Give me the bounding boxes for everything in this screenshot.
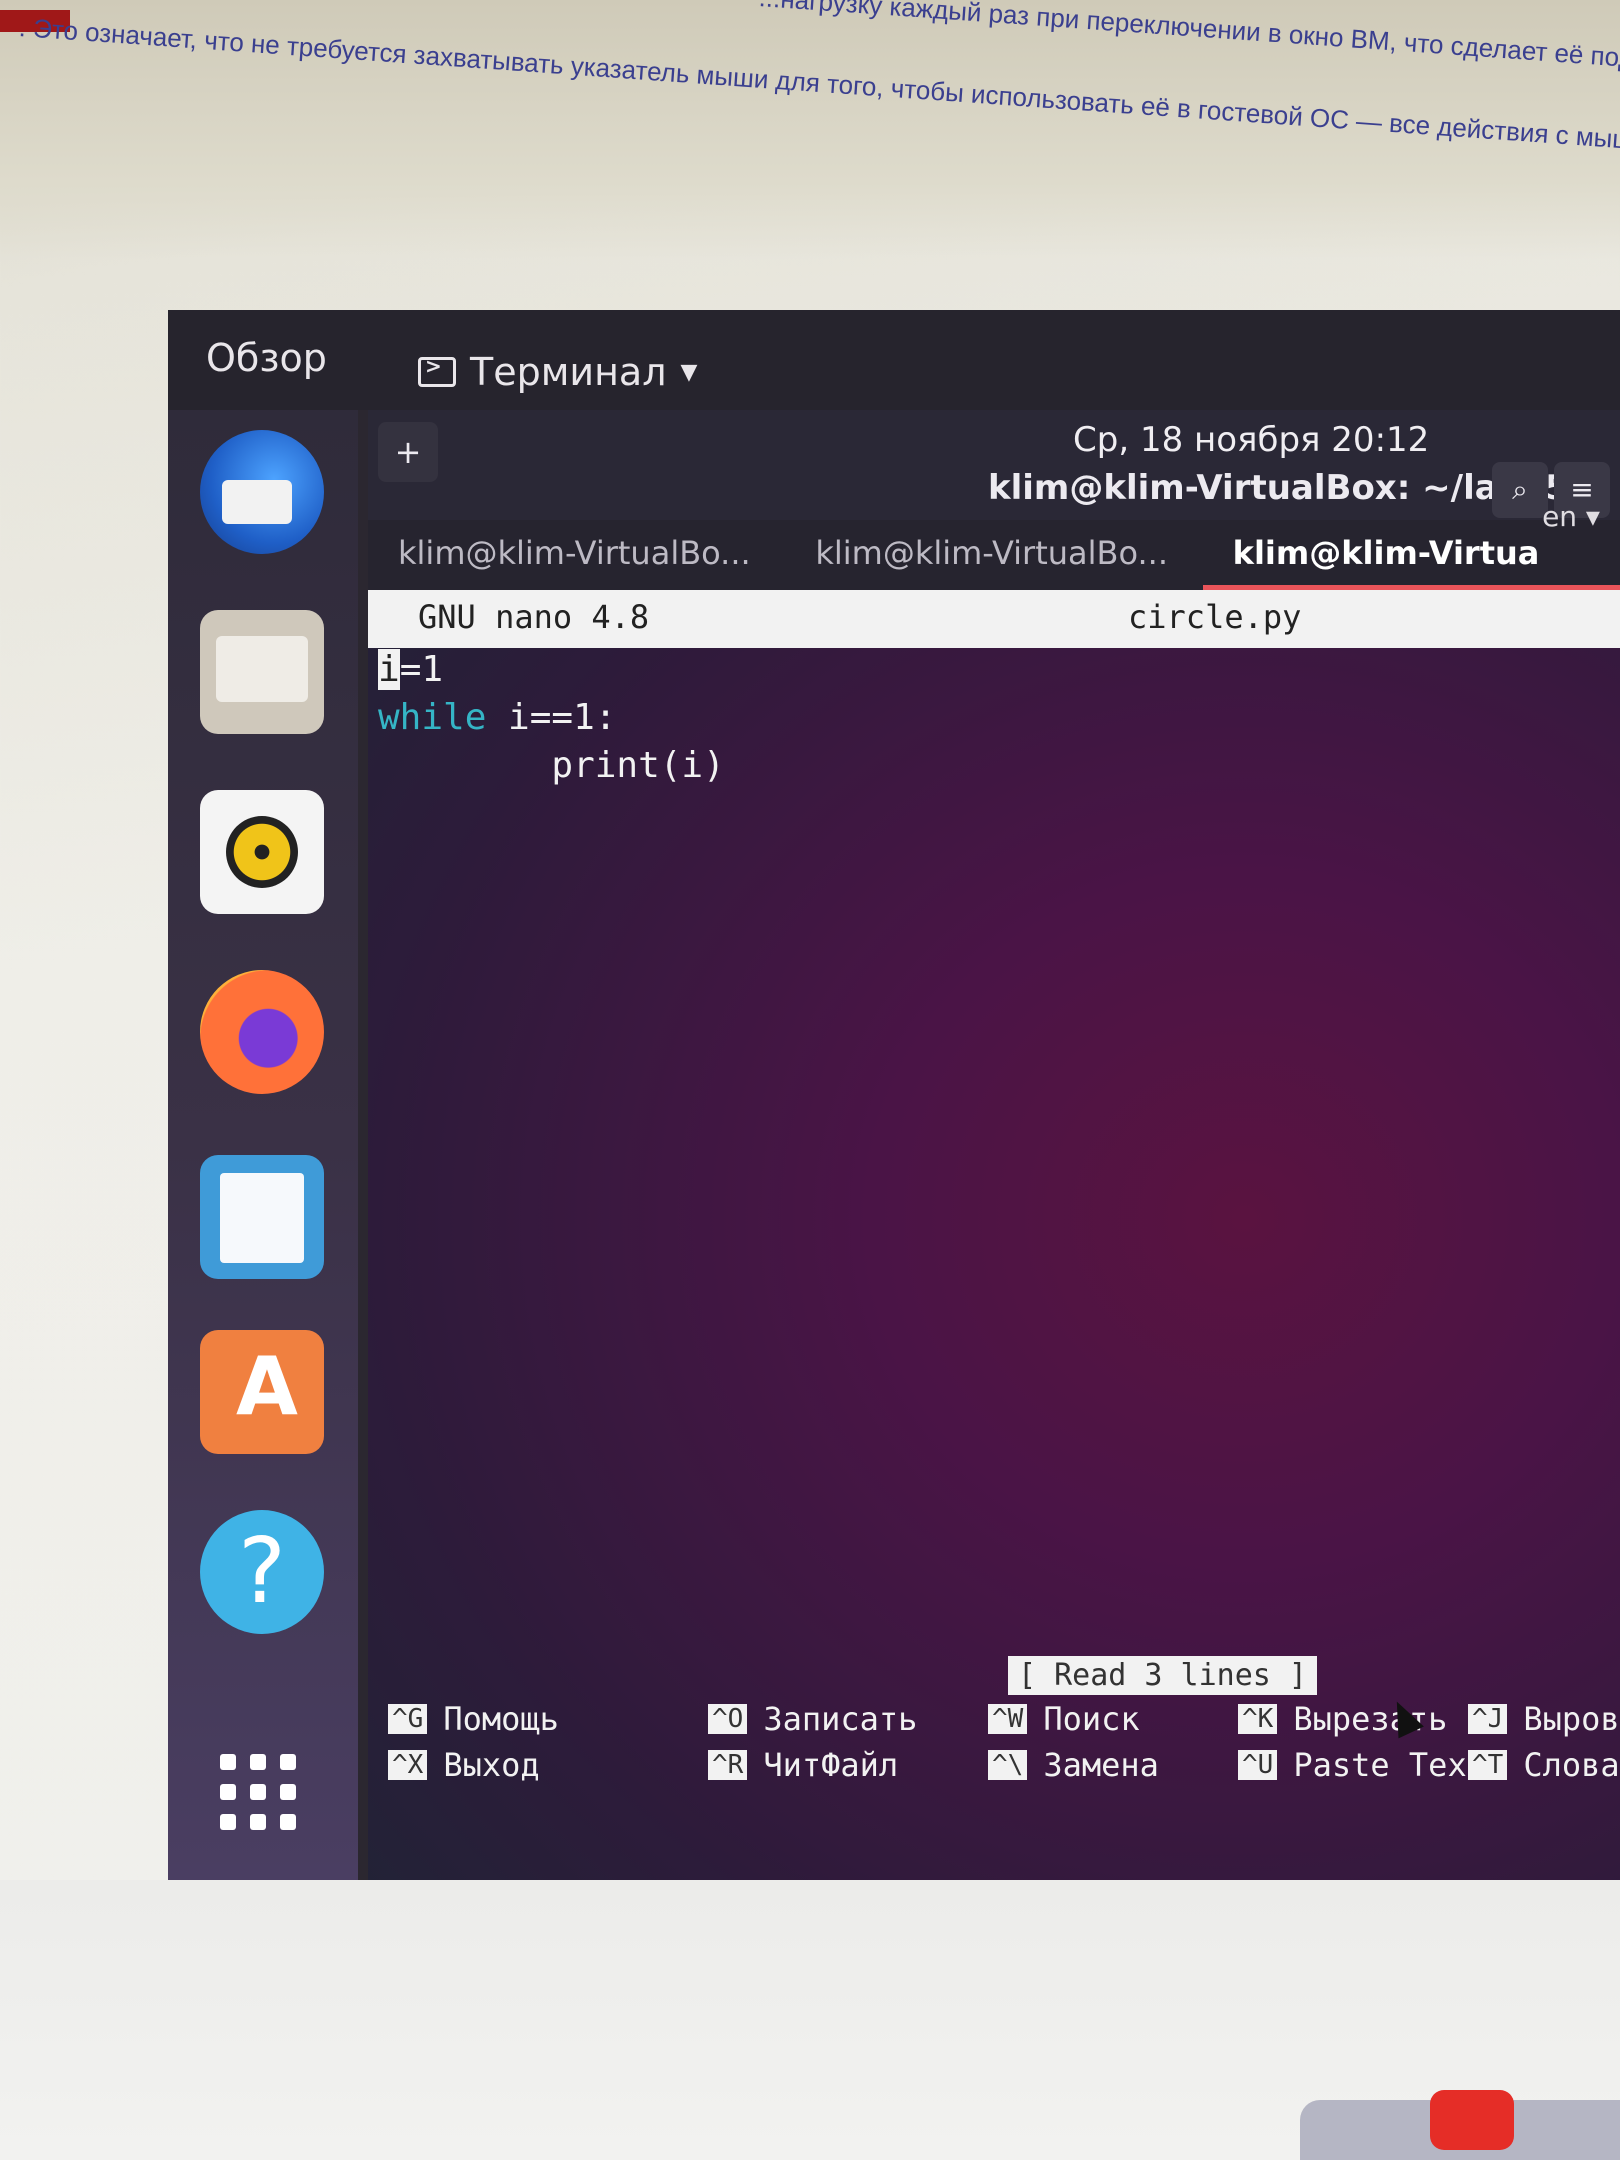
shortcut-key: ^J [1468, 1704, 1508, 1734]
shortcut-label: ЧитФайл [763, 1746, 899, 1784]
shortcut-label: Выровня [1523, 1700, 1620, 1738]
shortcut-key: ^U [1238, 1750, 1278, 1780]
nano-version: GNU nano 4.8 [418, 598, 650, 636]
shortcut-key: ^\ [988, 1750, 1028, 1780]
shortcut-label: Поиск [1043, 1700, 1140, 1738]
code-line-2: while i==1: [378, 694, 725, 742]
shortcut-key: ^G [388, 1704, 428, 1734]
keyword-while: while [378, 697, 487, 738]
shortcut-label: Помощь [443, 1700, 559, 1738]
vm-screen: Обзор Терминал ▼ ? + klim@klim-VirtualBo… [168, 310, 1620, 1880]
terminal-headerbar: + klim@klim-VirtualBox: ~/laba5 ⌕ ≡ [368, 410, 1620, 520]
shortcut-justify[interactable]: ^J Выровня [1468, 1700, 1620, 1738]
clock[interactable]: Ср, 18 ноября 20:12 [1073, 420, 1429, 460]
terminal-window: + klim@klim-VirtualBox: ~/laba5 ⌕ ≡ klim… [368, 410, 1620, 1880]
shortcut-spell[interactable]: ^T Словарь [1468, 1746, 1620, 1784]
help-icon[interactable]: ? [200, 1510, 324, 1634]
shortcut-read-file[interactable]: ^R ЧитФайл [708, 1746, 898, 1784]
window-title: klim@klim-VirtualBox: ~/laba5 [988, 468, 1569, 508]
shortcut-key: ^O [708, 1704, 748, 1734]
shortcut-key: ^R [708, 1750, 748, 1780]
search-icon[interactable]: ⌕ [1492, 462, 1548, 518]
shortcut-search[interactable]: ^W Поиск [988, 1700, 1140, 1738]
shortcut-write[interactable]: ^O Записать [708, 1700, 917, 1738]
gnome-top-bar: Обзор Терминал ▼ [168, 310, 1620, 410]
tab-2[interactable]: klim@klim-VirtualBo... [785, 520, 1202, 590]
shortcut-key: ^K [1238, 1704, 1278, 1734]
thunderbird-icon[interactable] [200, 430, 324, 554]
youtube-icon[interactable] [1430, 2090, 1514, 2150]
tab-1[interactable]: klim@klim-VirtualBo... [368, 520, 785, 590]
shortcut-paste[interactable]: ^U Paste Text [1238, 1746, 1486, 1784]
shortcut-key: ^W [988, 1704, 1028, 1734]
shortcut-label: Словарь [1523, 1746, 1620, 1784]
code-text: i==1: [486, 697, 617, 738]
shortcut-label: Замена [1043, 1746, 1159, 1784]
app-menu-label: Терминал [470, 350, 667, 394]
caret-down-icon: ▼ [680, 359, 698, 385]
rhythmbox-icon[interactable] [200, 790, 324, 914]
shortcut-help[interactable]: ^G Помощь [388, 1700, 559, 1738]
shortcut-key: ^X [388, 1750, 428, 1780]
shortcut-label: Выход [443, 1746, 540, 1784]
files-icon[interactable] [200, 610, 324, 734]
nano-filename: circle.py [1128, 598, 1302, 636]
shortcut-label: Вырезать [1293, 1700, 1448, 1738]
shortcut-replace[interactable]: ^\ Замена [988, 1746, 1159, 1784]
code-area[interactable]: i=1 while i==1: print(i) [378, 646, 725, 790]
language-indicator[interactable]: en ▾ [1542, 500, 1600, 533]
dock: ? [168, 410, 358, 1880]
text-cursor: i [378, 649, 400, 690]
new-tab-button[interactable]: + [378, 422, 438, 482]
background-document: ...нагрузку каждый раз при переключении … [0, 0, 1620, 260]
code-line-3: print(i) [378, 745, 725, 786]
shortcut-label: Paste Text [1293, 1746, 1486, 1784]
code-line-1: i=1 [378, 646, 725, 694]
shortcut-exit[interactable]: ^X Выход [388, 1746, 540, 1784]
code-text: =1 [399, 649, 444, 690]
nano-editor[interactable]: GNU nano 4.8 circle.py i=1 while i==1: p… [368, 590, 1620, 1880]
nano-title-bar: GNU nano 4.8 circle.py [368, 590, 1620, 648]
overview-button[interactable]: Обзор [206, 336, 327, 380]
shortcut-label: Записать [763, 1700, 918, 1738]
libreoffice-writer-icon[interactable] [200, 1155, 324, 1279]
terminal-tabs: klim@klim-VirtualBo... klim@klim-Virtual… [368, 520, 1620, 590]
terminal-icon [418, 354, 456, 387]
show-apps-icon[interactable] [200, 1730, 324, 1854]
nano-status-message: [ Read 3 lines ] [1008, 1656, 1317, 1695]
firefox-icon[interactable] [200, 970, 324, 1094]
shortcut-key: ^T [1468, 1750, 1508, 1780]
app-menu-terminal[interactable]: Терминал ▼ [418, 350, 697, 394]
software-store-icon[interactable] [200, 1330, 324, 1454]
